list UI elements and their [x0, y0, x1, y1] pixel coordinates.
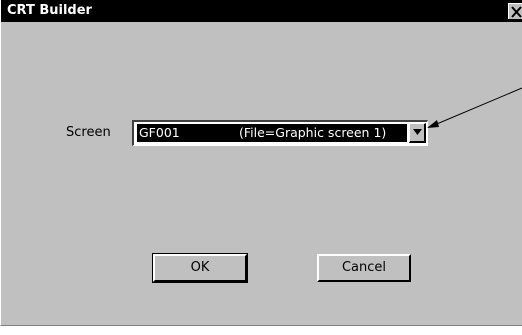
screen-file-description: (File=Graphic screen 1) [239, 125, 387, 140]
close-icon [511, 6, 522, 18]
screen-label: Screen [66, 125, 111, 140]
dropdown-button[interactable] [409, 123, 426, 143]
page: CRT Builder Screen GF001 (File=Graphic sc… [0, 0, 522, 335]
screen-select[interactable]: GF001 (File=Graphic screen 1) [132, 120, 428, 146]
title-bar[interactable]: CRT Builder [1, 0, 522, 22]
close-button[interactable] [508, 3, 522, 19]
window-title: CRT Builder [7, 3, 92, 18]
crt-builder-dialog: CRT Builder Screen GF001 (File=Graphic sc… [0, 0, 522, 326]
screen-code: GF001 [139, 125, 180, 140]
screen-select-value[interactable]: GF001 (File=Graphic screen 1) [137, 124, 407, 142]
cancel-button[interactable]: Cancel [317, 254, 411, 282]
chevron-down-icon [413, 129, 422, 135]
ok-button[interactable]: OK [152, 253, 248, 283]
